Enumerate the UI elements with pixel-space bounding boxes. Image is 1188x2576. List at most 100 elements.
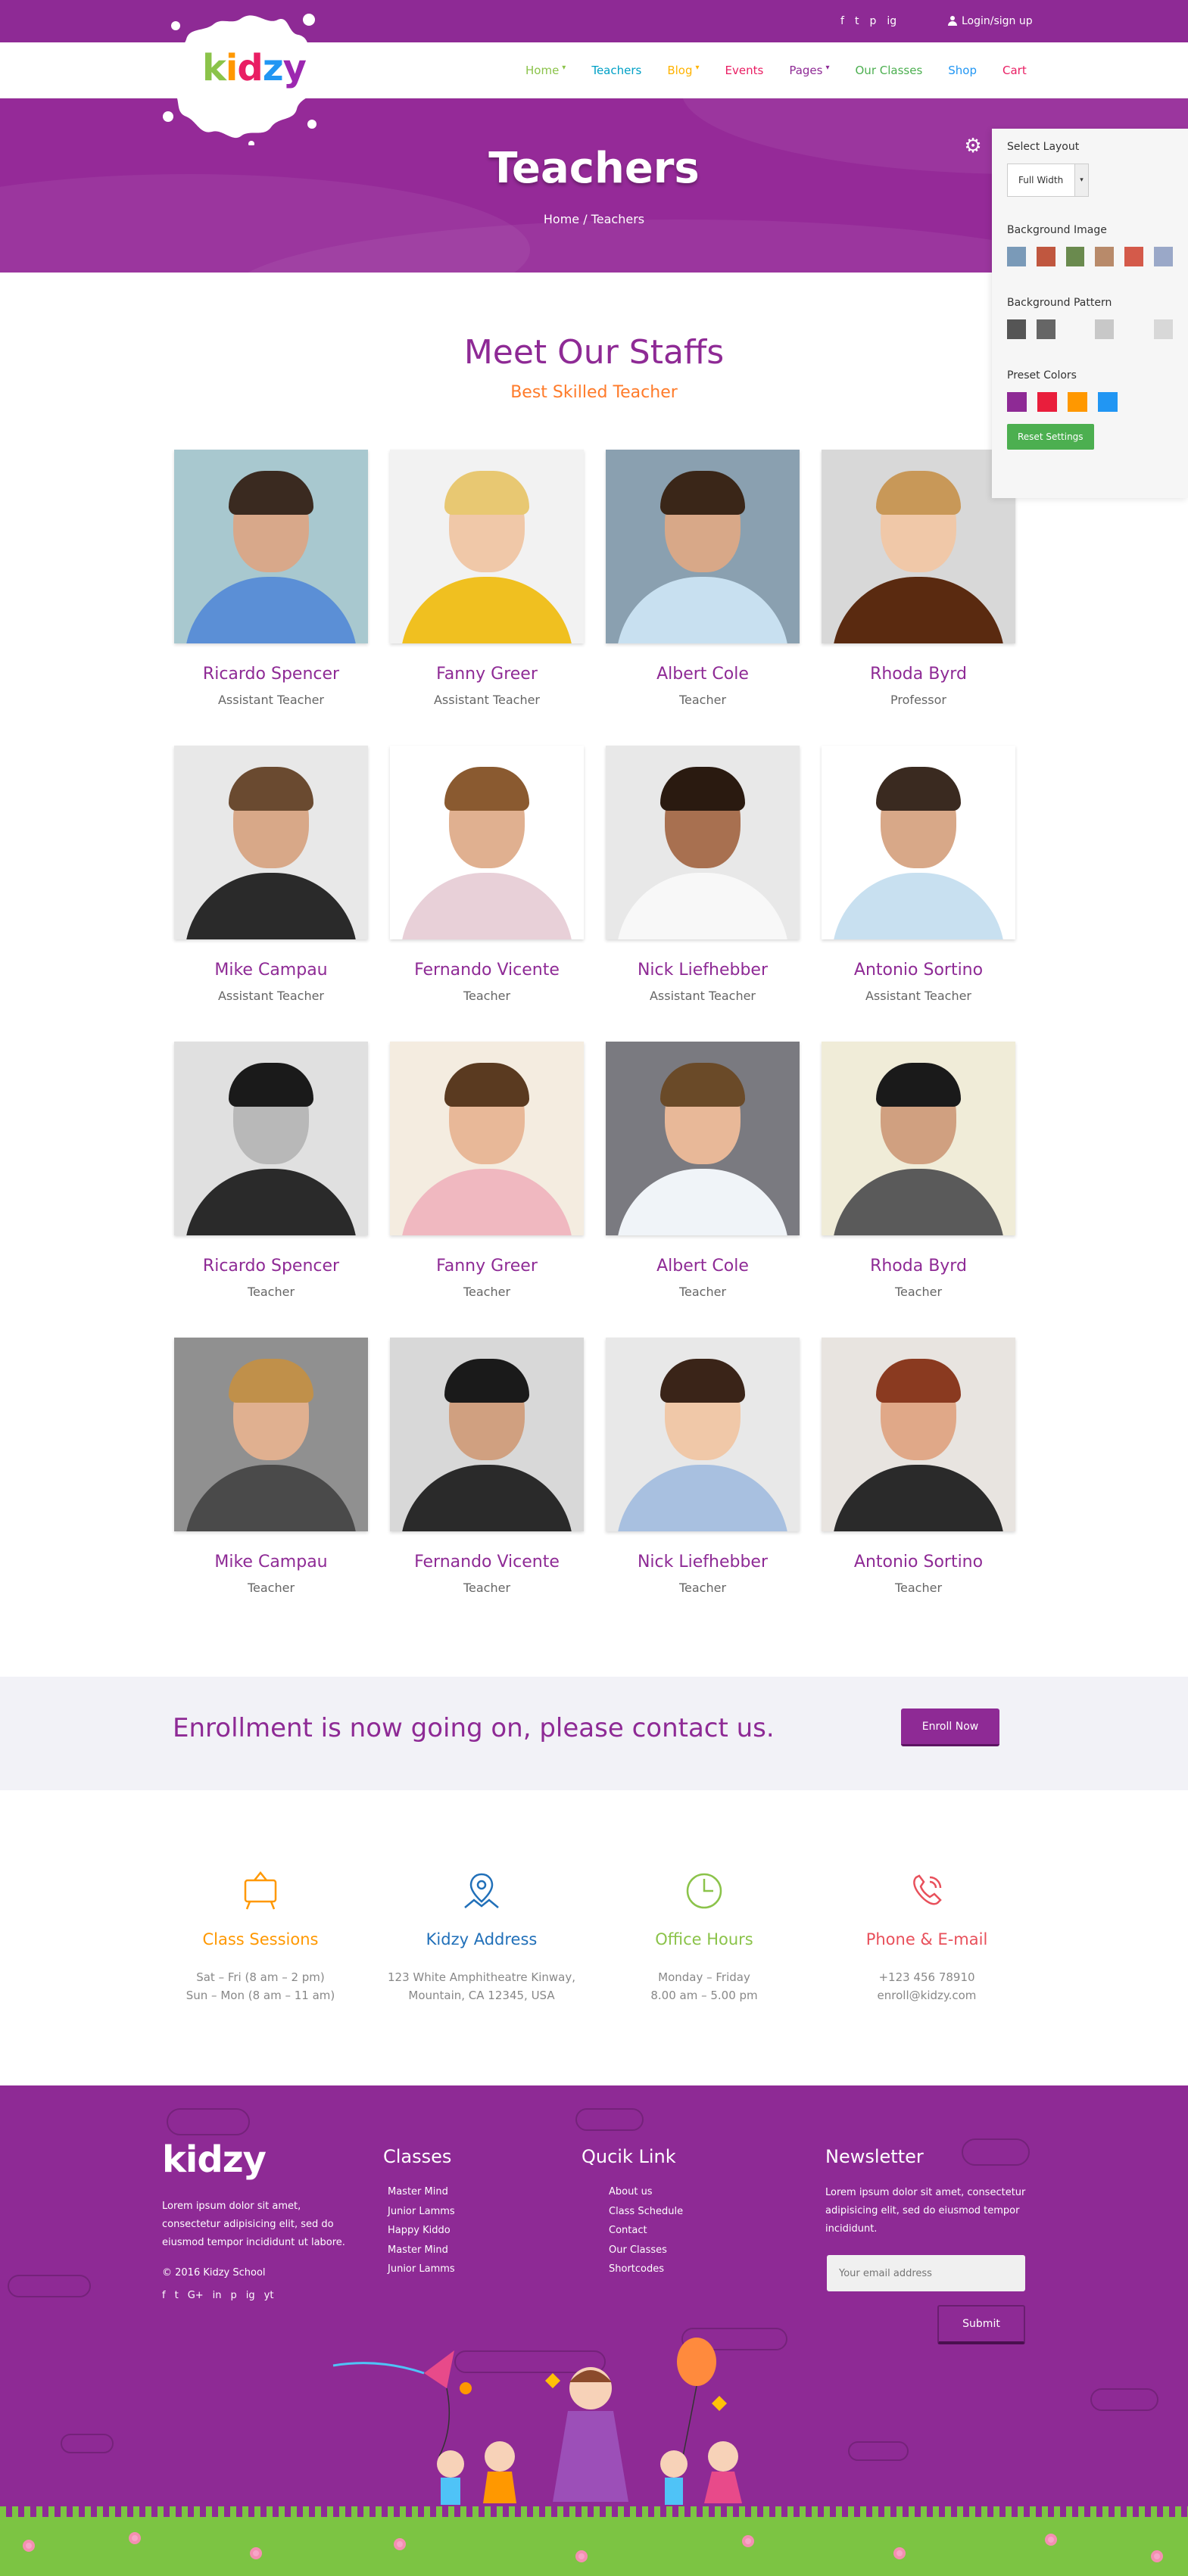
bg-pattern-swatch-4[interactable] xyxy=(1095,319,1115,339)
bg-pattern-swatch-5[interactable] xyxy=(1124,319,1144,339)
bg-pattern-swatch-2[interactable] xyxy=(1036,319,1055,339)
teacher-photo[interactable] xyxy=(390,746,584,939)
logo[interactable]: kidzy xyxy=(202,47,307,89)
teacher-name[interactable]: Nick Liefhebber xyxy=(606,1553,800,1571)
footer-class-link[interactable]: Master Mind xyxy=(388,2182,455,2202)
instagram-icon[interactable]: ig xyxy=(887,15,896,27)
youtube-icon[interactable]: yt xyxy=(264,2290,274,2301)
teacher-name[interactable]: Fernando Vicente xyxy=(390,961,584,980)
preset-color-swatch-4[interactable] xyxy=(1098,392,1118,412)
teacher-card[interactable]: Nick Liefhebber Assistant Teacher xyxy=(606,746,800,1003)
teacher-card[interactable]: Fernando Vicente Teacher xyxy=(390,1338,584,1595)
teacher-name[interactable]: Rhoda Byrd xyxy=(822,665,1015,684)
teacher-card[interactable]: Fanny Greer Teacher xyxy=(390,1042,584,1299)
twitter-icon[interactable]: t xyxy=(855,15,859,27)
footer-logo[interactable]: kidzy xyxy=(162,2138,267,2181)
linkedin-icon[interactable]: in xyxy=(213,2290,222,2301)
footer-quick-link[interactable]: About us xyxy=(609,2182,683,2202)
teacher-name[interactable]: Ricardo Spencer xyxy=(174,665,368,684)
teacher-photo[interactable] xyxy=(822,450,1015,643)
teacher-name[interactable]: Fernando Vicente xyxy=(390,1553,584,1571)
teacher-photo[interactable] xyxy=(390,450,584,643)
bg-image-swatch-3[interactable] xyxy=(1065,247,1085,266)
teacher-name[interactable]: Mike Campau xyxy=(174,1553,368,1571)
teacher-card[interactable]: Fernando Vicente Teacher xyxy=(390,746,584,1003)
nav-item-cart[interactable]: Cart xyxy=(1002,64,1027,77)
bg-pattern-swatch-1[interactable] xyxy=(1007,319,1026,339)
teacher-name[interactable]: Antonio Sortino xyxy=(822,1553,1015,1571)
pinterest-icon[interactable]: p xyxy=(869,15,876,27)
bg-pattern-swatch-3[interactable] xyxy=(1065,319,1085,339)
preset-color-swatch-2[interactable] xyxy=(1037,392,1057,412)
teacher-name[interactable]: Albert Cole xyxy=(606,665,800,684)
layout-select[interactable]: Full Width ▾ xyxy=(1007,164,1089,197)
teacher-card[interactable]: Antonio Sortino Teacher xyxy=(822,1338,1015,1595)
teacher-card[interactable]: Albert Cole Teacher xyxy=(606,450,800,707)
bg-image-swatch-1[interactable] xyxy=(1007,247,1026,266)
teacher-card[interactable]: Mike Campau Teacher xyxy=(174,1338,368,1595)
footer-class-link[interactable]: Junior Lamms xyxy=(388,2202,455,2222)
teacher-photo[interactable] xyxy=(606,746,800,939)
nav-item-events[interactable]: Events xyxy=(725,64,764,77)
teacher-name[interactable]: Albert Cole xyxy=(606,1257,800,1276)
teacher-photo[interactable] xyxy=(174,1042,368,1235)
teacher-card[interactable]: Rhoda Byrd Teacher xyxy=(822,1042,1015,1299)
teacher-name[interactable]: Fanny Greer xyxy=(390,1257,584,1276)
teacher-photo[interactable] xyxy=(822,1338,1015,1531)
teacher-card[interactable]: Fanny Greer Assistant Teacher xyxy=(390,450,584,707)
teacher-card[interactable]: Ricardo Spencer Assistant Teacher xyxy=(174,450,368,707)
teacher-card[interactable]: Antonio Sortino Assistant Teacher xyxy=(822,746,1015,1003)
teacher-card[interactable]: Nick Liefhebber Teacher xyxy=(606,1338,800,1595)
teacher-photo[interactable] xyxy=(174,1338,368,1531)
bg-image-swatch-5[interactable] xyxy=(1124,247,1144,266)
teacher-name[interactable]: Antonio Sortino xyxy=(822,961,1015,980)
preset-color-swatch-1[interactable] xyxy=(1007,392,1027,412)
footer-quick-link[interactable]: Our Classes xyxy=(609,2241,683,2260)
login-link[interactable]: Login/sign up xyxy=(948,15,1033,27)
nav-item-our-classes[interactable]: Our Classes xyxy=(856,64,923,77)
google-plus-icon[interactable]: G+ xyxy=(188,2290,204,2301)
teacher-card[interactable]: Ricardo Spencer Teacher xyxy=(174,1042,368,1299)
nav-item-teachers[interactable]: Teachers xyxy=(591,64,641,77)
newsletter-email-input[interactable] xyxy=(827,2255,1025,2291)
facebook-icon[interactable]: f xyxy=(840,15,844,27)
teacher-photo[interactable] xyxy=(822,746,1015,939)
instagram-icon[interactable]: ig xyxy=(246,2290,255,2301)
teacher-photo[interactable] xyxy=(606,450,800,643)
teacher-name[interactable]: Mike Campau xyxy=(174,961,368,980)
nav-item-home[interactable]: Home xyxy=(525,64,559,77)
teacher-name[interactable]: Fanny Greer xyxy=(390,665,584,684)
teacher-photo[interactable] xyxy=(390,1338,584,1531)
twitter-icon[interactable]: t xyxy=(175,2290,179,2301)
nav-item-shop[interactable]: Shop xyxy=(948,64,977,77)
teacher-name[interactable]: Nick Liefhebber xyxy=(606,961,800,980)
teacher-name[interactable]: Rhoda Byrd xyxy=(822,1257,1015,1276)
footer-class-link[interactable]: Master Mind xyxy=(388,2241,455,2260)
footer-quick-link[interactable]: Class Schedule xyxy=(609,2202,683,2222)
teacher-photo[interactable] xyxy=(174,746,368,939)
teacher-card[interactable]: Mike Campau Assistant Teacher xyxy=(174,746,368,1003)
teacher-card[interactable]: Albert Cole Teacher xyxy=(606,1042,800,1299)
reset-settings-button[interactable]: Reset Settings xyxy=(1007,424,1094,450)
gear-icon[interactable]: ⚙ xyxy=(963,136,983,156)
pinterest-icon[interactable]: p xyxy=(231,2290,237,2301)
teacher-name[interactable]: Ricardo Spencer xyxy=(174,1257,368,1276)
newsletter-submit-button[interactable]: Submit xyxy=(937,2305,1025,2344)
teacher-photo[interactable] xyxy=(822,1042,1015,1235)
teacher-photo[interactable] xyxy=(606,1042,800,1235)
footer-class-link[interactable]: Junior Lamms xyxy=(388,2260,455,2279)
facebook-icon[interactable]: f xyxy=(162,2290,166,2301)
bg-pattern-swatch-6[interactable] xyxy=(1154,319,1173,339)
preset-color-swatch-3[interactable] xyxy=(1068,392,1087,412)
nav-item-blog[interactable]: Blog xyxy=(667,64,692,77)
footer-quick-link[interactable]: Shortcodes xyxy=(609,2260,683,2279)
enroll-now-button[interactable]: Enroll Now xyxy=(901,1709,999,1746)
bg-image-swatch-6[interactable] xyxy=(1154,247,1173,266)
footer-quick-link[interactable]: Contact xyxy=(609,2221,683,2241)
nav-item-pages[interactable]: Pages xyxy=(789,64,822,77)
bg-image-swatch-4[interactable] xyxy=(1095,247,1115,266)
teacher-photo[interactable] xyxy=(606,1338,800,1531)
footer-class-link[interactable]: Happy Kiddo xyxy=(388,2221,455,2241)
teacher-photo[interactable] xyxy=(390,1042,584,1235)
teacher-card[interactable]: Rhoda Byrd Professor xyxy=(822,450,1015,707)
